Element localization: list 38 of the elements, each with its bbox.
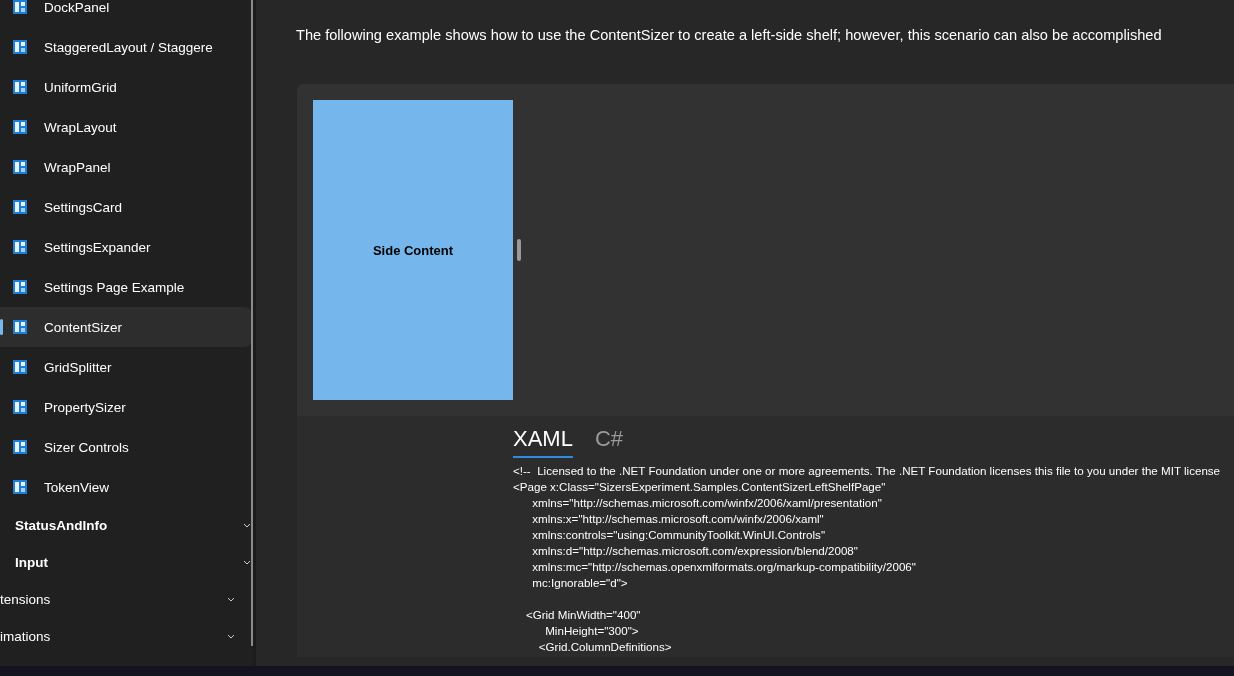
nav-group[interactable]: tensions bbox=[0, 592, 51, 607]
layout-icon bbox=[13, 320, 27, 334]
scrollbar-thumb[interactable] bbox=[251, 0, 253, 646]
code-text: <!-- Licensed to the .NET Foundation under one or more agreements. The .NET Foundation licenses this file to you under the MIT license <Page x:Class="SizersExperiment.Samples.ContentSizerLeftShelfPage" xmlns="http://schemas.microsoft.com/winfx/2006/xaml/presentation" xmlns:x="http://schemas.microsoft.com/winfx/2006/xaml" xmlns:controls="using:CommunityToolkit.WinUI.Controls" xmlns:d="http://schemas.microsoft.com/expression/blend/2008" xmlns:mc="http://schemas.openxmlformats.org/markup-compatibility/2006" mc:Ignorable="d"> <Grid MinWidth="400" MinHeight="300"> <Grid.ColumnDefinitions> bbox=[513, 463, 1222, 655]
layout-icon bbox=[13, 80, 27, 94]
description-text: The following example shows how to use the ContentSizer to create a left-side shelf; however, this scenario can also be accomplished bbox=[296, 26, 1163, 45]
nav-group[interactable]: imations bbox=[0, 629, 51, 644]
sizer-grip[interactable] bbox=[517, 239, 521, 261]
layout-icon bbox=[13, 240, 27, 254]
layout-icon bbox=[13, 400, 27, 414]
layout-icon bbox=[13, 0, 27, 14]
sidebar-item[interactable]: StaggeredLayout / Staggere bbox=[0, 27, 251, 67]
layout-icon bbox=[13, 360, 27, 374]
nav-group[interactable]: StatusAndInfo bbox=[15, 518, 108, 533]
nav-group[interactable]: Input bbox=[15, 555, 48, 570]
code-tab[interactable]: XAML bbox=[513, 426, 573, 458]
sidebar-item[interactable]: SettingsExpander bbox=[0, 227, 251, 267]
layout-icon bbox=[13, 160, 27, 174]
sidebar-item[interactable]: ContentSizer bbox=[0, 307, 251, 347]
selection-indicator bbox=[0, 319, 3, 335]
sidebar-item[interactable]: GridSplitter bbox=[0, 347, 251, 387]
layout-icon bbox=[13, 440, 27, 454]
layout-icon bbox=[13, 120, 27, 134]
layout-icon bbox=[13, 280, 27, 294]
layout-icon bbox=[13, 200, 27, 214]
sidebar-item[interactable]: Sizer Controls bbox=[0, 427, 251, 467]
sidebar-item[interactable]: UniformGrid bbox=[0, 67, 251, 107]
sidebar-item[interactable]: WrapLayout bbox=[0, 107, 251, 147]
sidebar-item[interactable]: PropertySizer bbox=[0, 387, 251, 427]
code-tab[interactable]: C# bbox=[594, 426, 624, 458]
layout-icon bbox=[13, 40, 27, 54]
layout-icon bbox=[13, 480, 27, 494]
sidebar-item[interactable]: TokenView bbox=[0, 467, 251, 507]
sidebar-item[interactable]: Settings Page Example bbox=[0, 267, 251, 307]
sidebar-item[interactable]: SettingsCard bbox=[0, 187, 251, 227]
sidebar-item[interactable]: WrapPanel bbox=[0, 147, 251, 187]
side-content-panel: Side Content bbox=[313, 100, 513, 400]
sidebar-item[interactable]: DockPanel bbox=[0, 0, 251, 27]
